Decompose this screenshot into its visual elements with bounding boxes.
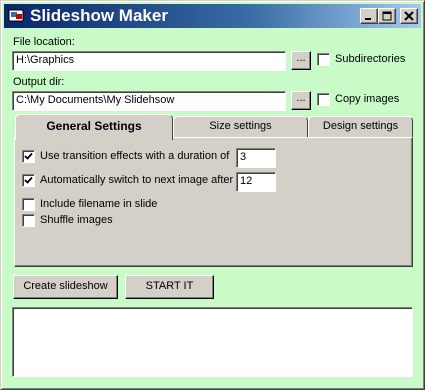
- create-slideshow-button[interactable]: Create slideshow: [13, 275, 118, 299]
- output-log-textarea[interactable]: [12, 307, 413, 377]
- title-bar[interactable]: Slideshow Maker: [4, 4, 421, 28]
- include-filename-checkbox[interactable]: [22, 198, 35, 211]
- minimize-button[interactable]: [360, 8, 378, 24]
- output-dir-label: Output dir:: [13, 76, 65, 88]
- shuffle-images-checkbox[interactable]: [22, 214, 35, 227]
- general-settings-panel: Use transition effects with a duration o…: [14, 137, 413, 267]
- transition-duration-input[interactable]: 3: [236, 148, 276, 168]
- file-location-input[interactable]: H:\Graphics: [12, 51, 286, 71]
- check-icon: [24, 152, 33, 160]
- minimize-icon: [365, 18, 371, 20]
- tab-size-settings[interactable]: Size settings: [173, 116, 308, 138]
- transition-checkbox[interactable]: [22, 150, 35, 163]
- copy-images-checkbox[interactable]: [317, 93, 330, 106]
- include-filename-label: Include filename in slide: [40, 198, 158, 210]
- window-title: Slideshow Maker: [30, 6, 168, 25]
- close-icon: [404, 11, 414, 21]
- output-dir-input[interactable]: C:\My Documents\My Slidehsow: [12, 91, 286, 111]
- tab-design-settings[interactable]: Design settings: [308, 116, 413, 138]
- tab-general-settings[interactable]: General Settings: [15, 114, 173, 140]
- maximize-button[interactable]: [378, 8, 396, 24]
- output-dir-browse-button[interactable]: ...: [291, 91, 311, 110]
- autoswitch-label: Automatically switch to next image after: [40, 174, 234, 186]
- autoswitch-checkbox[interactable]: [22, 174, 35, 187]
- subdirectories-label: Subdirectories: [335, 53, 406, 65]
- check-icon: [24, 176, 33, 184]
- autoswitch-delay-input[interactable]: 12: [236, 172, 276, 192]
- subdirectories-checkbox[interactable]: [317, 53, 330, 66]
- copy-images-label: Copy images: [335, 93, 400, 105]
- shuffle-images-label: Shuffle images: [40, 214, 113, 226]
- close-button[interactable]: [400, 8, 418, 24]
- file-location-label: File location:: [13, 36, 75, 48]
- transition-label: Use transition effects with a duration o…: [40, 150, 230, 162]
- maximize-icon: [382, 11, 392, 21]
- app-icon: [8, 9, 24, 23]
- start-it-button[interactable]: START IT: [125, 275, 214, 299]
- file-location-browse-button[interactable]: ...: [291, 51, 311, 70]
- app-window: Slideshow Maker File location: H:\Graphi…: [0, 0, 425, 390]
